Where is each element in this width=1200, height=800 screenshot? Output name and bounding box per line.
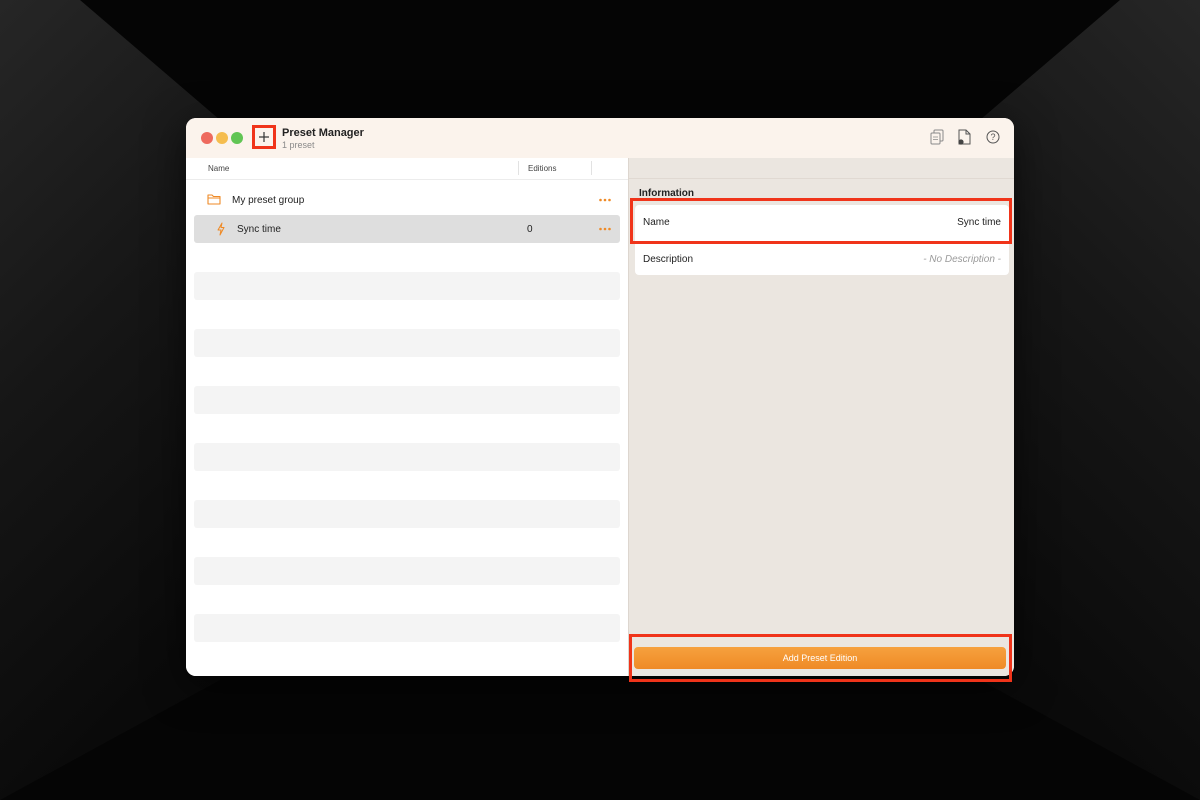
more-options-icon[interactable] — [598, 225, 612, 233]
empty-list-row — [194, 557, 620, 585]
list-item-my-preset-group[interactable]: My preset group — [194, 186, 620, 214]
svg-text:?: ? — [990, 132, 995, 142]
copy-button[interactable] — [928, 128, 946, 146]
list-column-header: Name Editions — [186, 158, 628, 180]
editions-count: 0 — [527, 224, 533, 235]
window-title: Preset Manager — [282, 127, 364, 139]
folder-icon — [207, 194, 221, 205]
preset-list-pane: Name Editions My preset group Sync time … — [186, 158, 628, 676]
list-item-sync-time[interactable]: Sync time 0 — [194, 215, 620, 243]
minimize-window-button[interactable] — [216, 132, 228, 144]
add-preset-edition-button[interactable]: Add Preset Edition — [634, 647, 1006, 669]
name-field[interactable]: Name Sync time — [635, 205, 1009, 239]
name-label: Name — [643, 217, 670, 228]
column-divider — [591, 161, 592, 175]
list-item-label: My preset group — [232, 195, 305, 206]
preset-count: 1 preset — [282, 140, 315, 150]
empty-list-row — [194, 272, 620, 300]
help-icon: ? — [986, 130, 1000, 144]
copy-icon — [930, 129, 944, 145]
close-window-button[interactable] — [201, 132, 213, 144]
empty-list-row — [194, 614, 620, 642]
information-title: Information — [639, 188, 694, 199]
description-field[interactable]: Description - No Description - — [635, 241, 1009, 276]
empty-list-row — [194, 386, 620, 414]
title-bar: Preset Manager 1 preset ? — [186, 118, 1014, 159]
export-button[interactable] — [955, 128, 973, 146]
maximize-window-button[interactable] — [231, 132, 243, 144]
description-label: Description — [643, 254, 694, 265]
add-preset-button[interactable] — [252, 125, 276, 149]
information-card: Name Sync time Description - No Descript… — [635, 205, 1009, 275]
name-value[interactable]: Sync time — [957, 217, 1001, 228]
export-icon — [958, 129, 971, 145]
description-value[interactable]: - No Description - — [923, 254, 1001, 265]
empty-list-row — [194, 443, 620, 471]
preset-manager-window: Preset Manager 1 preset ? Name Editions … — [186, 118, 1014, 676]
list-item-label: Sync time — [237, 224, 281, 235]
information-pane: Information Name Sync time Description -… — [628, 158, 1014, 676]
column-editions-header[interactable]: Editions — [528, 164, 556, 173]
pane-divider — [629, 178, 1014, 179]
empty-list-row — [194, 329, 620, 357]
lightning-icon — [217, 222, 225, 236]
column-name-header[interactable]: Name — [208, 164, 229, 173]
empty-list-row — [194, 500, 620, 528]
help-button[interactable]: ? — [984, 128, 1002, 146]
more-options-icon[interactable] — [598, 196, 612, 204]
plus-icon — [259, 132, 269, 142]
column-divider — [518, 161, 519, 175]
